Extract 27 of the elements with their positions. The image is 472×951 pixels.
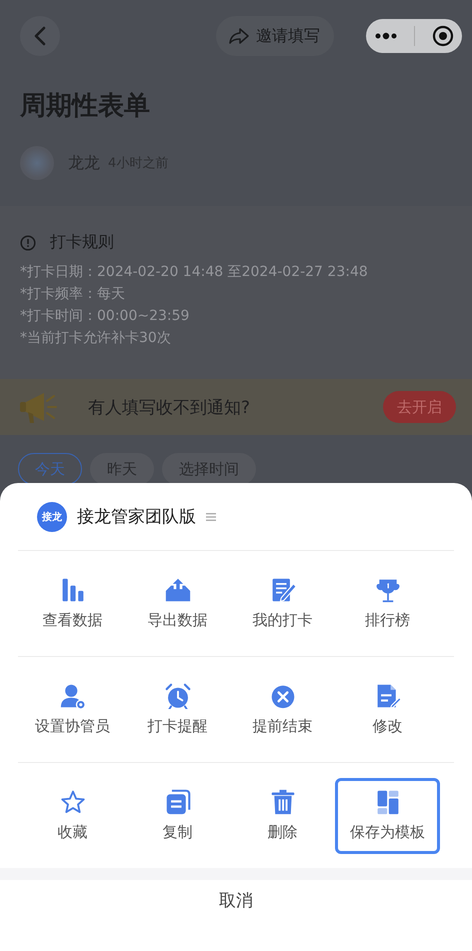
rule-text: *打卡日期：2024-02-20 14:48 至2024-02-27 23:48 xyxy=(20,263,369,282)
action-item[interactable]: 我的打卡 xyxy=(230,566,335,642)
rules-heading: 打卡规则 xyxy=(50,232,114,253)
action-item[interactable]: 提前结束 xyxy=(230,672,335,748)
share-arrow-icon xyxy=(228,27,250,45)
menu-icon xyxy=(206,512,216,522)
action-item[interactable]: 收藏 xyxy=(20,778,125,854)
action-item[interactable]: 导出数据 xyxy=(125,566,230,642)
action-item[interactable]: 查看数据 xyxy=(20,566,125,642)
target-icon[interactable] xyxy=(432,25,454,47)
action-item[interactable]: 设置协管员 xyxy=(20,672,125,748)
info-icon xyxy=(20,234,36,250)
rule-text: *打卡时间：00:00~23:59 xyxy=(20,307,190,326)
action-item[interactable]: 排行榜 xyxy=(335,566,440,642)
action-item[interactable]: 修改 xyxy=(335,672,440,748)
action-item[interactable]: 删除 xyxy=(230,778,335,854)
back-icon xyxy=(34,26,46,46)
more-icon[interactable] xyxy=(374,32,398,40)
app-logo: 接龙 xyxy=(37,502,67,532)
action-item[interactable]: 保存为模板 xyxy=(335,778,440,854)
notice-text: 有人填写收不到通知? xyxy=(88,396,252,418)
action-item[interactable]: 打卡提醒 xyxy=(125,672,230,748)
rule-text: *当前打卡允许补卡30次 xyxy=(20,329,172,348)
action-item[interactable]: 复制 xyxy=(125,778,230,854)
app-name: 接龙管家团队版 xyxy=(77,506,196,528)
rule-text: *打卡频率：每天 xyxy=(20,285,126,304)
avatar xyxy=(20,146,54,180)
